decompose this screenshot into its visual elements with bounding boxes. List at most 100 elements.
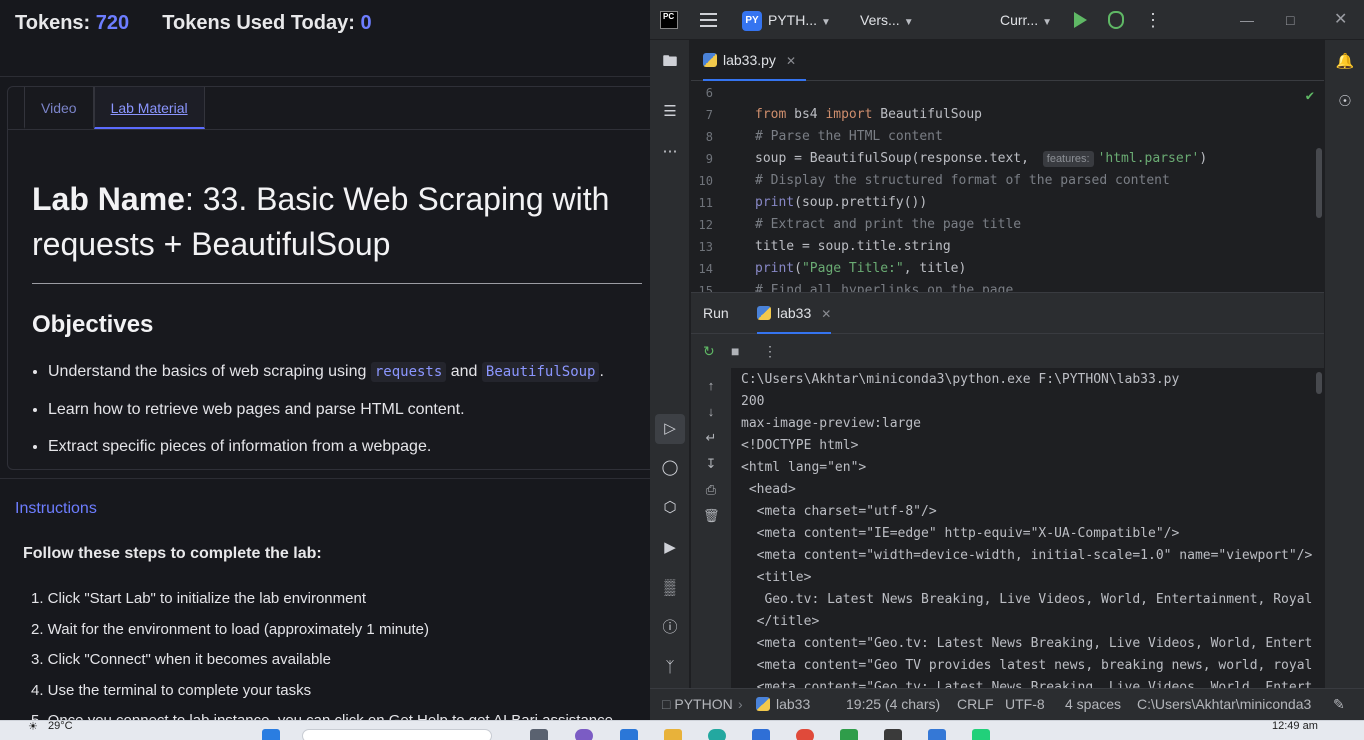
structure-icon[interactable]: ☰ <box>660 102 680 122</box>
git-icon[interactable]: ᛉ <box>660 658 680 678</box>
app-icon[interactable] <box>928 729 946 740</box>
soft-wrap-icon[interactable]: ↵ <box>703 430 719 446</box>
run-tab-lab33[interactable]: lab33 ✕ <box>757 293 832 334</box>
tokens-label: Tokens: <box>15 12 91 34</box>
indent-setting[interactable]: 4 spaces <box>1065 689 1121 720</box>
breadcrumb-project[interactable]: □ PYTHON <box>662 689 733 720</box>
windows-taskbar: ☀ 29°C 12:49 am <box>0 720 1364 740</box>
file-explorer-icon[interactable] <box>664 729 682 740</box>
app-icon[interactable] <box>752 729 770 740</box>
app-icon[interactable] <box>884 729 902 740</box>
editor-tab-lab33[interactable]: lab33.py ✕ <box>703 40 806 81</box>
lab-page: Tokens: 720 Tokens Used Today: 0 Video L… <box>0 0 650 720</box>
rerun-icon[interactable]: ↻ <box>703 334 715 368</box>
console-scrollbar[interactable] <box>1316 372 1322 394</box>
taskbar-search-box[interactable] <box>302 729 492 740</box>
status-bar: □ PYTHON › lab33 19:25 (4 chars) CRLF UT… <box>650 688 1364 720</box>
notifications-icon[interactable]: 🔔 <box>1335 52 1355 72</box>
caret-position[interactable]: 19:25 (4 chars) <box>846 689 940 720</box>
console-line: max-image-preview:large <box>741 416 922 431</box>
tab-video[interactable]: Video <box>24 87 94 129</box>
app-icon[interactable] <box>620 729 638 740</box>
divider <box>0 76 650 77</box>
close-icon[interactable]: ✕ <box>1334 0 1347 40</box>
code-token: bs4 <box>786 107 826 122</box>
objective-item: Learn how to retrieve web pages and pars… <box>48 397 648 435</box>
main-menu-icon[interactable] <box>700 13 717 27</box>
breadcrumb-file[interactable]: lab33 <box>756 689 810 720</box>
minimize-icon[interactable]: — <box>1240 0 1254 40</box>
problems-icon[interactable]: ⓘ <box>660 618 680 638</box>
file-encoding[interactable]: UTF-8 <box>1005 689 1045 720</box>
folder-icon[interactable]: 🖿 <box>660 52 680 72</box>
trash-icon[interactable]: 🗑 <box>703 508 720 524</box>
more-options-icon[interactable]: ⋮ <box>763 334 777 368</box>
line-number: 14 <box>698 262 713 276</box>
instruction-steps: 1. Click "Start Lab" to initialize the l… <box>31 589 650 720</box>
close-tab-icon[interactable]: ✕ <box>786 54 796 68</box>
builtin-function: print <box>755 261 795 276</box>
project-selector[interactable]: PY PYTH... ▼ <box>742 0 831 40</box>
chrome-icon[interactable] <box>796 729 814 740</box>
python-file-icon <box>703 53 717 67</box>
app-icon[interactable] <box>840 729 858 740</box>
python-packages-icon[interactable]: ⬡ <box>660 498 680 518</box>
stop-icon[interactable]: ■ <box>731 334 739 368</box>
console-lines: C:\Users\Akhtar\miniconda3\python.exe F:… <box>741 369 1312 688</box>
line-number: 8 <box>705 130 713 144</box>
ai-assistant-icon[interactable]: ☉ <box>1335 92 1355 112</box>
string-literal: 'html.parser' <box>1097 151 1200 166</box>
vcs-selector[interactable]: Vers... ▼ <box>860 0 914 40</box>
system-clock[interactable]: 12:49 am <box>1272 721 1318 736</box>
scroll-up-icon[interactable]: ↑ <box>703 378 719 393</box>
more-options-icon[interactable]: ⋮ <box>1144 10 1162 30</box>
tab-lab-material[interactable]: Lab Material <box>93 87 205 129</box>
builtin-function: print <box>755 195 795 210</box>
pycharm-taskbar-icon[interactable] <box>972 729 990 740</box>
python-interpreter[interactable]: C:\Users\Akhtar\miniconda3 <box>1137 689 1311 720</box>
close-tab-icon[interactable]: ✕ <box>821 307 831 321</box>
line-separator[interactable]: CRLF <box>957 689 994 720</box>
string-literal: "Page Title:" <box>801 261 904 276</box>
objective-item: Understand the basics of web scraping us… <box>48 359 648 397</box>
debug-icon[interactable] <box>1108 11 1124 29</box>
more-tools-icon[interactable]: ⋯ <box>660 142 680 162</box>
instructions-heading[interactable]: Instructions <box>15 500 97 518</box>
title-divider <box>32 283 642 284</box>
code-beautifulsoup: BeautifulSoup <box>481 362 600 382</box>
run-tool-icon[interactable]: ▷ <box>655 414 685 444</box>
task-view-icon[interactable] <box>530 729 548 740</box>
terminal-icon[interactable]: ▒ <box>660 578 680 598</box>
run-console-output[interactable]: C:\Users\Akhtar\miniconda3\python.exe F:… <box>731 368 1324 688</box>
maximize-icon[interactable]: □ <box>1286 0 1294 40</box>
editor-scrollbar[interactable] <box>1316 148 1322 218</box>
line-number: 11 <box>698 196 713 210</box>
weather-temperature[interactable]: 29°C <box>48 721 73 736</box>
services-icon[interactable]: ▶ <box>660 538 680 558</box>
line-number: 6 <box>705 86 713 100</box>
objective-text-and: and <box>450 363 478 380</box>
objectives-list: Understand the basics of web scraping us… <box>48 359 648 472</box>
inspection-ok-icon[interactable]: ✔ <box>1306 88 1314 104</box>
lab-title-label: Lab Name <box>32 181 185 217</box>
step-item: 2. Wait for the environment to load (app… <box>31 620 429 638</box>
objective-item: Extract specific pieces of information f… <box>48 434 648 472</box>
console-line: <meta content="Geo.tv: Latest News Break… <box>741 680 1313 688</box>
console-line: <meta content="Geo.tv: Latest News Break… <box>741 636 1313 651</box>
run-icon[interactable] <box>1074 12 1087 28</box>
python-console-icon[interactable]: ◯ <box>660 458 680 478</box>
breadcrumb-project-label: PYTHON <box>674 696 733 712</box>
run-config-selector[interactable]: Curr... ▼ <box>1000 0 1052 40</box>
windows-start-icon[interactable] <box>262 729 280 740</box>
lock-icon[interactable]: ✎ <box>1333 689 1345 720</box>
console-line: <meta content="IE=edge" http-equiv="X-UA… <box>741 526 1180 541</box>
edge-icon[interactable] <box>708 729 726 740</box>
code-editor[interactable]: 6 7 8 9 10 11 12 13 14 15 from bs4 impor… <box>691 82 1324 292</box>
scroll-to-end-icon[interactable]: ↧ <box>703 456 719 472</box>
code-token: (soup.prettify()) <box>794 195 928 210</box>
print-icon[interactable]: ⎙ <box>703 482 719 498</box>
scroll-down-icon[interactable]: ↓ <box>703 404 719 419</box>
code-comment: # Extract and print the page title <box>755 217 1022 232</box>
square-icon: □ <box>662 696 675 712</box>
app-icon[interactable] <box>575 729 593 740</box>
